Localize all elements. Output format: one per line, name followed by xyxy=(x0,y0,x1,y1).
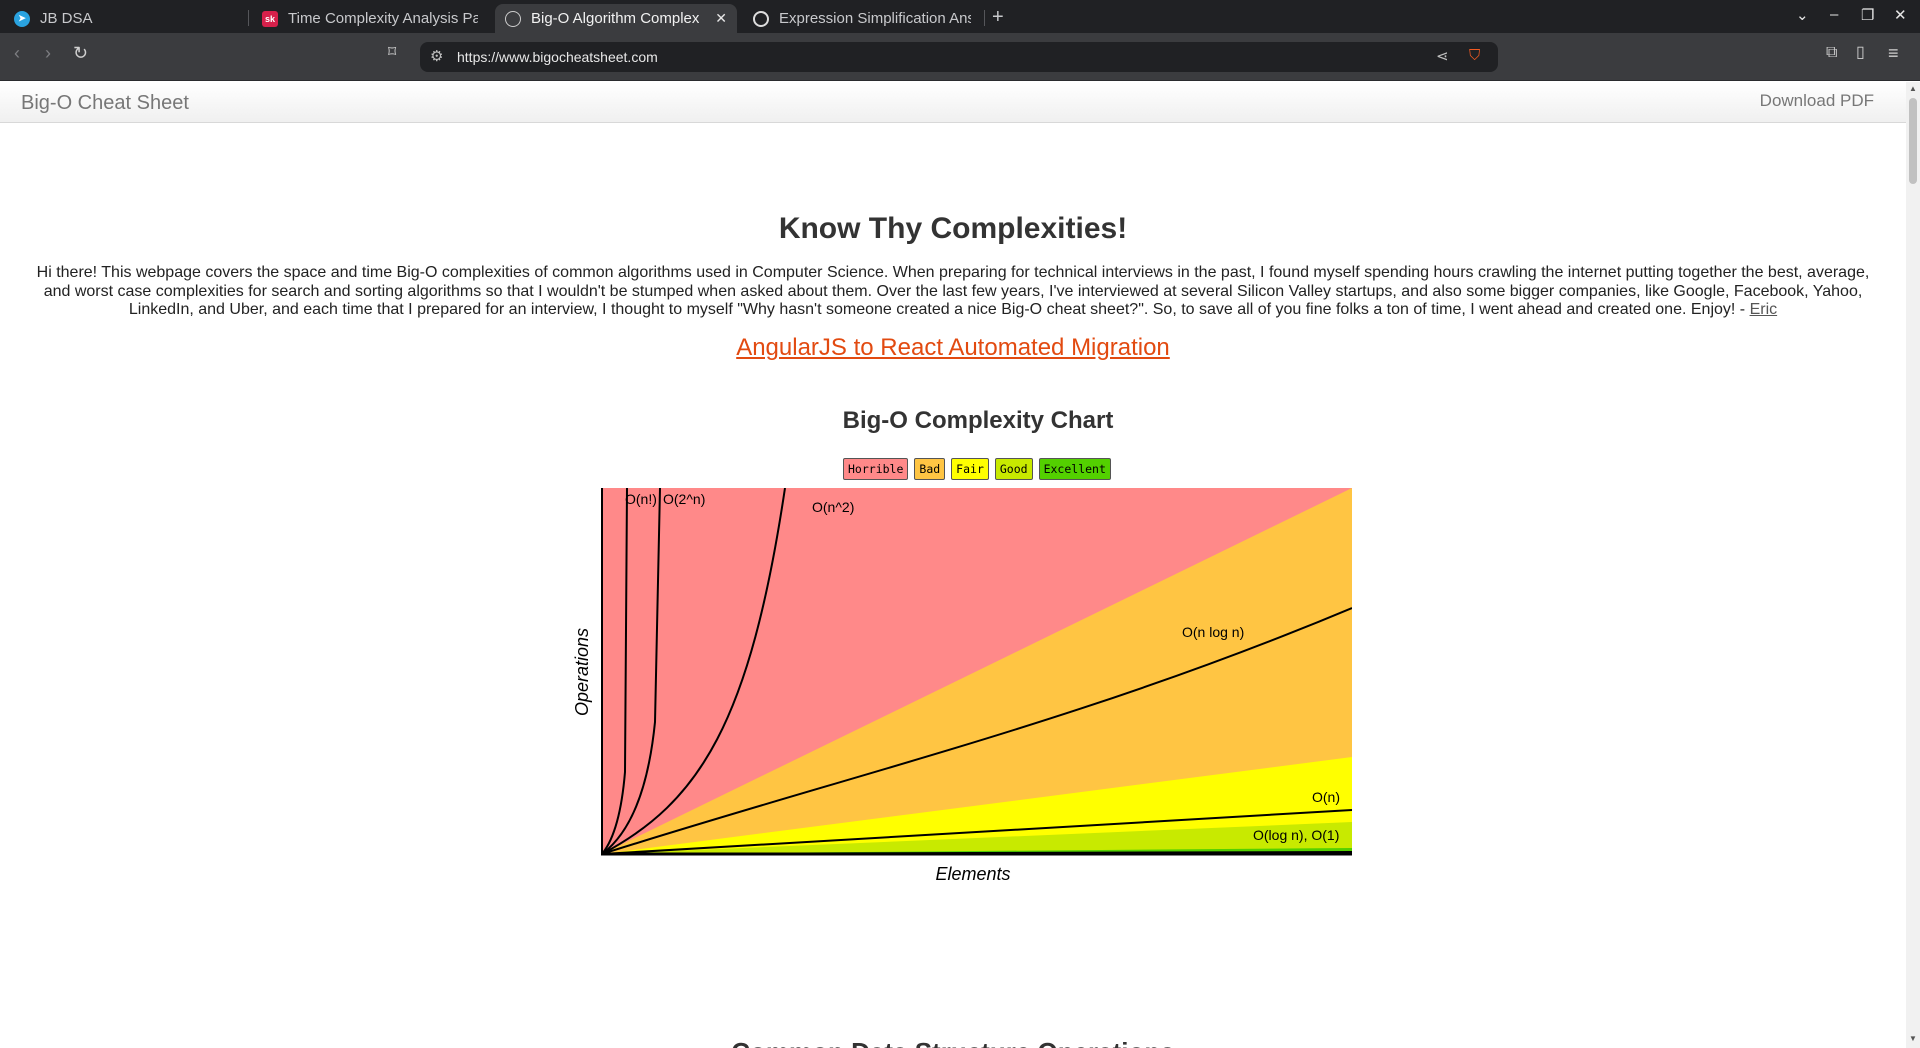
tab-label: JB DSA xyxy=(40,10,93,27)
page-scrollbar[interactable]: ▲ ▼ xyxy=(1906,82,1920,1048)
tab-big-o[interactable]: Big-O Algorithm Complex ✕ xyxy=(495,4,737,33)
address-bar[interactable]: ⚙ https://www.bigocheatsheet.com ⋖ ⛉ xyxy=(420,42,1498,72)
tab-label: Big-O Algorithm Complex xyxy=(531,10,700,27)
brave-shield-icon[interactable]: ⛉ xyxy=(1469,47,1480,64)
promo-link[interactable]: AngularJS to React Automated Migration xyxy=(0,334,1906,362)
bookmark-icon[interactable]: ⌑ xyxy=(388,43,396,63)
minimize-icon[interactable]: – xyxy=(1830,6,1838,23)
openai-icon xyxy=(753,10,769,27)
new-tab-button[interactable]: + xyxy=(992,6,1004,28)
browser-toolbar: ‹ › ↻ ⌑ ⚙ https://www.bigocheatsheet.com… xyxy=(0,33,1920,81)
tab-time-complexity[interactable]: sk Time Complexity Analysis Pa xyxy=(252,4,488,33)
close-window-icon[interactable]: ✕ xyxy=(1894,6,1907,24)
big-o-chart: O(n!) O(2^n) O(n^2) O(n log n) O(n) O(lo… xyxy=(560,488,1360,892)
tab-label: Expression Simplification Ans xyxy=(779,10,971,27)
share-icon[interactable]: ⋖ xyxy=(1436,47,1449,65)
menu-icon[interactable]: ≡ xyxy=(1888,43,1899,63)
scroll-up-icon[interactable]: ▲ xyxy=(1909,84,1917,93)
plot-area xyxy=(602,488,1352,854)
page-title: Know Thy Complexities! xyxy=(778,212,1128,245)
scroll-down-icon[interactable]: ▼ xyxy=(1909,1034,1917,1043)
chart-heading: Big-O Complexity Chart xyxy=(842,407,1114,434)
telegram-icon: ➤ xyxy=(14,10,30,27)
author-link[interactable]: Eric xyxy=(1750,301,1778,318)
label-log-n: O(log n), O(1) xyxy=(1253,827,1339,843)
site-navbar: Big-O Cheat Sheet Download PDF xyxy=(0,82,1906,123)
x-axis-title: Elements xyxy=(935,864,1010,884)
label-n-log-n: O(n log n) xyxy=(1182,624,1244,640)
site-settings-icon[interactable]: ⚙ xyxy=(430,47,443,65)
back-icon[interactable]: ‹ xyxy=(14,43,20,63)
tab-label: Time Complexity Analysis Pa xyxy=(288,10,478,27)
close-tab-icon[interactable]: ✕ xyxy=(707,10,727,27)
download-pdf-link[interactable]: Download PDF xyxy=(1760,91,1874,111)
extensions-icon[interactable]: ⧉ xyxy=(1826,43,1837,63)
tab-expression-simplification[interactable]: Expression Simplification Ans xyxy=(743,4,981,33)
globe-icon xyxy=(505,10,521,27)
tab-list-icon[interactable]: ⌄ xyxy=(1796,6,1809,24)
intro-paragraph: Hi there! This webpage covers the space … xyxy=(28,264,1878,320)
tab-jb-dsa[interactable]: ➤ JB DSA xyxy=(4,4,244,33)
label-n-squared: O(n^2) xyxy=(812,499,854,515)
site-brand[interactable]: Big-O Cheat Sheet xyxy=(21,92,189,115)
scroll-thumb[interactable] xyxy=(1909,98,1917,184)
sk-icon: sk xyxy=(262,10,278,27)
label-n: O(n) xyxy=(1312,789,1340,805)
web-page: Big-O Cheat Sheet Download PDF Know Thy … xyxy=(0,82,1906,1048)
label-n-factorial: O(n!) xyxy=(625,491,657,507)
tab-divider xyxy=(248,10,249,26)
sidebar-icon[interactable]: ▯ xyxy=(1856,43,1865,63)
intro-text: Hi there! This webpage covers the space … xyxy=(36,264,1870,318)
url-text[interactable]: https://www.bigocheatsheet.com xyxy=(457,49,658,65)
next-section-heading: Common Data Structure Operations xyxy=(0,1037,1906,1048)
tab-divider xyxy=(984,10,985,26)
tab-bar: ➤ JB DSA sk Time Complexity Analysis Pa … xyxy=(0,0,1920,33)
label-2-power-n: O(2^n) xyxy=(663,491,705,507)
y-axis-title: Operations xyxy=(572,628,592,716)
reload-icon[interactable]: ↻ xyxy=(73,43,88,63)
forward-icon[interactable]: › xyxy=(45,43,51,63)
restore-icon[interactable]: ❐ xyxy=(1861,6,1874,24)
